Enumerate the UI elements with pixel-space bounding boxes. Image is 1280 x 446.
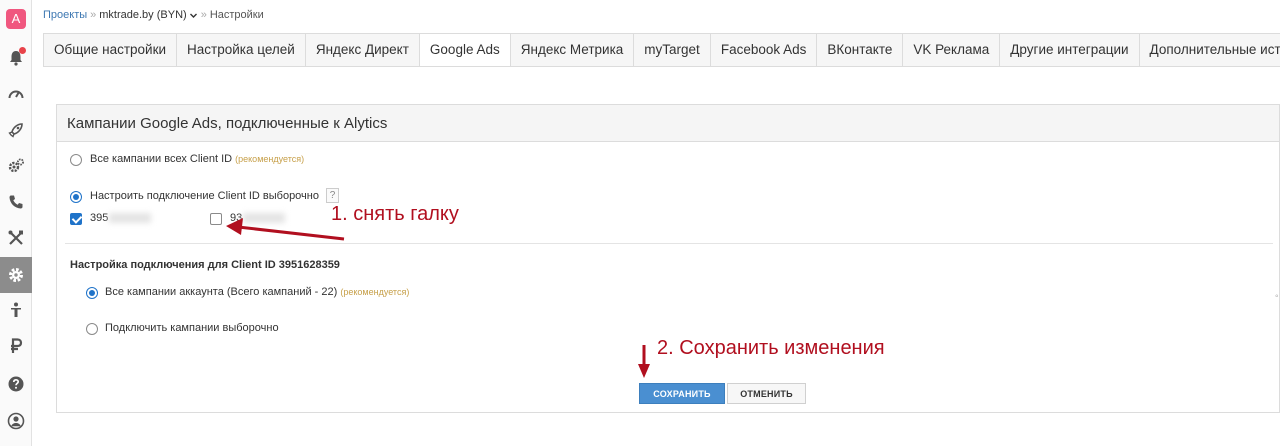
breadcrumb-projects-link[interactable]: Проекты xyxy=(43,9,87,21)
tab-vk-ads[interactable]: VK Реклама xyxy=(903,33,1001,67)
tab-other-integrations[interactable]: Другие интеграции xyxy=(1000,33,1140,67)
connect-selective-label: Подключить кампании выборочно xyxy=(105,322,279,334)
tab-goals-settings[interactable]: Настройка целей xyxy=(177,33,306,67)
tab-yandex-metrika[interactable]: Яндекс Метрика xyxy=(510,33,635,67)
person-icon[interactable] xyxy=(0,292,32,328)
tab-google-ads[interactable]: Google Ads xyxy=(419,33,511,67)
settings-gear-icon[interactable] xyxy=(0,257,32,293)
all-campaigns-text: Все кампании всех Client ID xyxy=(90,153,233,165)
panel-header: Кампании Google Ads, подключенные к Alyt… xyxy=(57,105,1279,142)
connect-selective-radio[interactable] xyxy=(86,323,98,335)
notification-dot xyxy=(19,47,26,54)
all-account-campaigns-label: Все кампании аккаунта (Всего кампаний - … xyxy=(105,286,409,298)
tabs-divider xyxy=(43,66,1280,67)
sidebar: A xyxy=(0,0,32,446)
tab-vkontakte[interactable]: ВКонтакте xyxy=(817,33,904,67)
client-id-checkbox-2[interactable] xyxy=(210,213,222,225)
connection-settings-heading: Настройка подключения для Client ID 3951… xyxy=(70,259,340,271)
rocket-icon[interactable] xyxy=(0,112,32,148)
selective-client-label: Настроить подключение Client ID выборочн… xyxy=(90,190,319,202)
tab-yandex-direct[interactable]: Яндекс Директ xyxy=(305,33,420,67)
cancel-button[interactable]: ОТМЕНИТЬ xyxy=(727,383,806,404)
breadcrumb: Проекты» mktrade.by (BYN)» Настройки xyxy=(43,9,264,21)
help-icon[interactable] xyxy=(0,366,32,402)
redacted-text xyxy=(243,213,286,224)
client-id-value-2: 93 xyxy=(230,212,243,224)
save-button[interactable]: СОХРАНИТЬ xyxy=(639,383,725,404)
ruble-icon[interactable] xyxy=(0,328,32,364)
client-id-checkbox-1[interactable] xyxy=(70,213,82,225)
settings-gears-icon[interactable] xyxy=(0,148,32,184)
breadcrumb-separator: » xyxy=(90,9,97,21)
edge-artifact: ◦ xyxy=(1275,291,1279,302)
client-id-value-1: 395 xyxy=(90,212,109,224)
all-account-campaigns-radio[interactable] xyxy=(86,287,98,299)
section-divider xyxy=(65,243,1273,244)
tab-general-settings[interactable]: Общие настройки xyxy=(43,33,178,67)
panel-title: Кампании Google Ads, подключенные к Alyt… xyxy=(67,115,388,132)
account-icon[interactable] xyxy=(0,403,32,439)
tab-additional-sources[interactable]: Дополнительные источники xyxy=(1139,33,1280,67)
breadcrumb-project-select[interactable]: mktrade.by (BYN) xyxy=(99,9,197,21)
settings-tabs: Общие настройки Настройка целей Яндекс Д… xyxy=(43,33,1280,67)
all-campaigns-radio[interactable] xyxy=(70,154,82,166)
annotation-step-1: 1. снять галку xyxy=(331,203,459,225)
recommended-hint: (рекомендуется) xyxy=(235,154,305,164)
recommended-hint: (рекомендуется) xyxy=(340,287,410,297)
annotation-step-2: 2. Сохранить изменения xyxy=(657,337,885,359)
help-question-icon[interactable]: ? xyxy=(326,188,339,203)
notifications-icon[interactable] xyxy=(0,40,32,76)
tools-icon[interactable] xyxy=(0,220,32,256)
tab-facebook-ads[interactable]: Facebook Ads xyxy=(710,33,818,67)
client-id-label-1: 395 xyxy=(90,212,152,224)
chevron-down-icon xyxy=(189,13,197,18)
phone-icon[interactable] xyxy=(0,184,32,220)
app-root: A Проекты » mktrade.by (BYN) » Настройки… xyxy=(0,0,1280,446)
breadcrumb-current: Настройки xyxy=(209,9,264,21)
client-id-label-2: 93 xyxy=(230,212,286,224)
app-logo[interactable]: A xyxy=(6,9,26,29)
redacted-text xyxy=(109,213,152,224)
breadcrumb-project-label: mktrade.by (BYN) xyxy=(99,9,187,21)
selective-client-radio[interactable] xyxy=(70,191,82,203)
google-ads-campaigns-panel: Кампании Google Ads, подключенные к Alyt… xyxy=(56,104,1280,413)
tab-mytarget[interactable]: myTarget xyxy=(634,33,711,67)
all-campaigns-label: Все кампании всех Client ID (рекомендует… xyxy=(90,153,304,165)
dashboard-gauge-icon[interactable] xyxy=(0,76,32,112)
all-account-campaigns-text: Все кампании аккаунта (Всего кампаний - … xyxy=(105,286,338,298)
breadcrumb-separator: » xyxy=(200,9,207,21)
